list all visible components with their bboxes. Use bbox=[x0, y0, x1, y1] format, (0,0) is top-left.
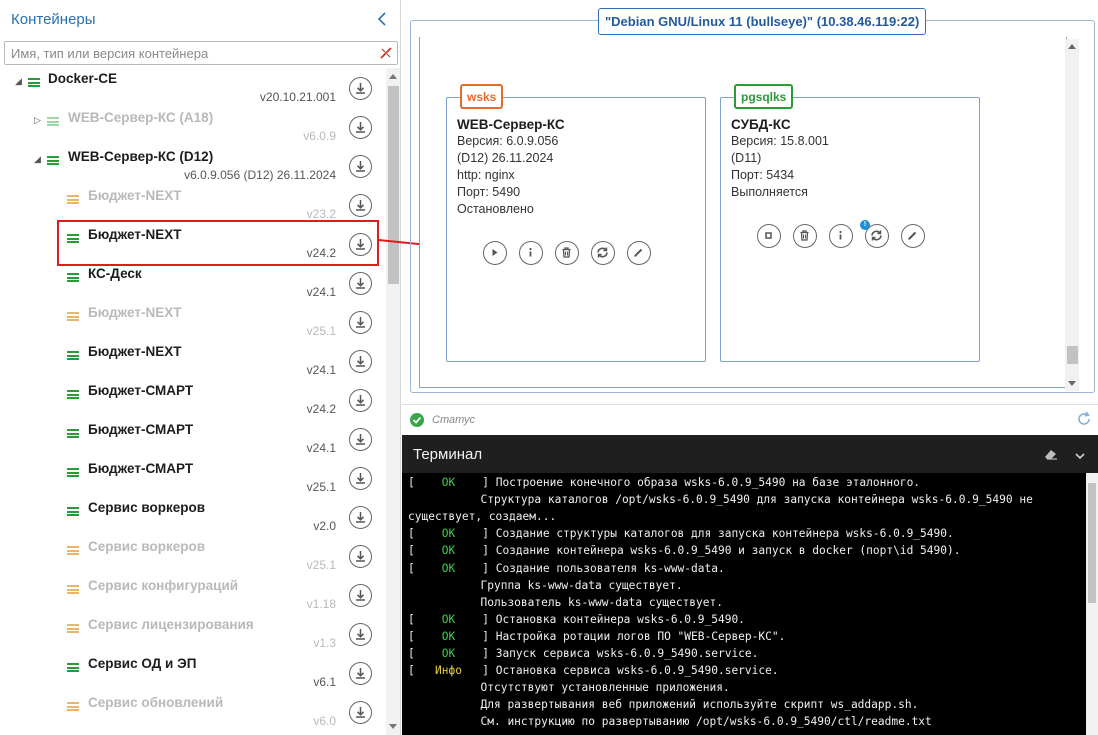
terminal-line: существует, создаем... bbox=[408, 508, 556, 525]
sync-button[interactable]: ! bbox=[860, 220, 889, 248]
status-code: OK bbox=[441, 612, 456, 626]
scrollbar-thumb[interactable] bbox=[1088, 483, 1096, 603]
trash-button[interactable] bbox=[555, 241, 579, 265]
play-button[interactable] bbox=[483, 241, 507, 265]
status-code: OK bbox=[441, 527, 456, 541]
terminal-line-text: существует, создаем... bbox=[408, 510, 557, 524]
status-code: Инфо bbox=[435, 664, 462, 678]
chevron-down-icon[interactable] bbox=[1074, 448, 1086, 460]
canvas-scrollbar[interactable] bbox=[1065, 39, 1079, 391]
status-code: OK bbox=[441, 561, 456, 575]
stop-button[interactable] bbox=[757, 224, 781, 248]
terminal-line-text: Отсутствуют установленные приложения. bbox=[480, 681, 730, 695]
terminal-line: Группа ks-www-data существует. bbox=[408, 577, 683, 594]
terminal-header: Терминал bbox=[402, 435, 1098, 473]
terminal-scrollbar[interactable] bbox=[1086, 473, 1098, 735]
terminal-status: [ OK ] bbox=[408, 527, 496, 541]
app-window: Контейнеры ◢Docker-CEv20.10.21.001▷WEB-С… bbox=[0, 0, 1098, 735]
terminal-line: [ OK ] Остановка контейнера wsks-6.0.9_5… bbox=[408, 611, 745, 628]
terminal-line: [ OK ] Создание пользователя ks-www-data… bbox=[408, 560, 725, 577]
terminal-line-text: Настройка ротации логов ПО "WEB-Сервер-К… bbox=[495, 629, 786, 643]
card-detail-line: (D12) 26.11.2024 bbox=[457, 151, 554, 165]
container-tag: pgsqlks bbox=[734, 84, 794, 109]
status-code: OK bbox=[441, 629, 456, 643]
card-title: WEB-Сервер-КС bbox=[457, 117, 565, 132]
terminal-status bbox=[408, 577, 481, 594]
terminal-output: [ OK ] Построение конечного образа wsks-… bbox=[402, 473, 1086, 735]
container-tag: wsks bbox=[460, 84, 504, 109]
terminal-line: Пользователь ks-www-data существует. bbox=[408, 594, 723, 611]
card-detail-line: Остановлено bbox=[457, 202, 534, 216]
terminal-status: [ OK ] bbox=[408, 544, 496, 558]
terminal-line: [ OK ] Создание структуры каталогов для … bbox=[408, 525, 954, 542]
terminal-status: [ OK ] bbox=[408, 476, 496, 489]
card-detail-line: Выполняется bbox=[731, 185, 808, 199]
terminal-line-text: Запуск сервиса wsks-6.0.9_5490.service. bbox=[495, 647, 759, 660]
refresh-icon[interactable] bbox=[1076, 411, 1092, 427]
terminal-line-text: Структура каталогов /opt/wsks-6.0.9_5490… bbox=[480, 493, 1033, 507]
terminal-line-text: Пользователь ks-www-data существует. bbox=[480, 595, 723, 609]
scroll-up-arrow-icon[interactable] bbox=[1068, 44, 1076, 49]
terminal-line: [ OK ] Запуск сервиса wsks-6.0.9_5490.se… bbox=[408, 645, 758, 662]
terminal-status bbox=[408, 679, 481, 696]
card-detail-line: Версия: 15.8.001 bbox=[731, 134, 829, 148]
card-title: СУБД-КС bbox=[731, 117, 791, 132]
eraser-icon[interactable] bbox=[1043, 447, 1059, 461]
terminal-line-text: См. инструкцию по развертыванию /opt/wsk… bbox=[480, 715, 932, 729]
terminal-status bbox=[408, 696, 481, 713]
terminal-line-text: Создание пользователя ks-www-data. bbox=[495, 561, 725, 575]
info-button[interactable] bbox=[829, 224, 853, 248]
terminal-status: [ OK ] bbox=[408, 629, 496, 643]
status-code: OK bbox=[441, 544, 456, 558]
scroll-down-arrow-icon[interactable] bbox=[1068, 381, 1076, 386]
terminal-line-text: Построение конечного образа wsks-6.0.9_5… bbox=[495, 476, 921, 489]
edit-button[interactable] bbox=[627, 241, 651, 265]
terminal-line: [ OK ] Создание контейнера wsks-6.0.9_54… bbox=[408, 542, 960, 559]
terminal-status: [ OK ] bbox=[408, 612, 496, 626]
host-label: "Debian GNU/Linux 11 (bullseye)" (10.38.… bbox=[598, 8, 927, 35]
terminal-line: См. инструкцию по развертыванию /opt/wsk… bbox=[408, 713, 932, 730]
terminal-status bbox=[408, 713, 481, 730]
terminal-line: [ OK ] Построение конечного образа wsks-… bbox=[408, 474, 920, 491]
notification-badge: ! bbox=[860, 220, 870, 230]
edit-button[interactable] bbox=[901, 224, 925, 248]
terminal-line: Структура каталогов /opt/wsks-6.0.9_5490… bbox=[408, 491, 1033, 508]
terminal-line-text: Группа ks-www-data существует. bbox=[480, 578, 683, 592]
main-panel: wsks WEB-Сервер-КС Версия: 6.0.9.056 (D12) … bbox=[402, 0, 1098, 735]
status-bar: Статус bbox=[402, 404, 1098, 434]
containers-canvas: wsks WEB-Сервер-КС Версия: 6.0.9.056 (D12) … bbox=[419, 37, 1067, 388]
status-code: OK bbox=[441, 647, 456, 660]
status-code: OK bbox=[441, 476, 456, 489]
terminal-title: Терминал bbox=[413, 446, 483, 463]
terminal-status bbox=[408, 491, 481, 508]
container-card-pgsqlks[interactable]: pgsqlks СУБД-КС Версия: 15.8.001 (D11) Порт:… bbox=[720, 84, 980, 362]
terminal-line: Для развертывания веб приложений использ… bbox=[408, 696, 919, 713]
terminal-line: [ Инфо ] Остановка сервиса wsks-6.0.9_54… bbox=[408, 662, 779, 679]
terminal-status: [ Инфо ] bbox=[408, 664, 496, 678]
container-card-wsks[interactable]: wsks WEB-Сервер-КС Версия: 6.0.9.056 (D12) … bbox=[446, 84, 706, 362]
scrollbar-thumb[interactable] bbox=[1067, 346, 1078, 364]
terminal-line-text: Создание структуры каталогов для запуска… bbox=[495, 527, 954, 541]
check-circle-icon bbox=[410, 413, 424, 427]
terminal-line-text: Остановка контейнера wsks-6.0.9_5490. bbox=[495, 612, 745, 626]
terminal-line: [ OK ] Настройка ротации логов ПО "WEB-С… bbox=[408, 628, 785, 645]
terminal-line-text: Для развертывания веб приложений использ… bbox=[480, 698, 919, 712]
terminal-status: [ OK ] bbox=[408, 561, 496, 575]
terminal-line: Отсутствуют установленные приложения. bbox=[408, 679, 730, 696]
card-detail-line: Порт: 5434 bbox=[731, 168, 795, 182]
trash-button[interactable] bbox=[793, 224, 817, 248]
card-detail-line: http: nginx bbox=[457, 168, 515, 182]
status-label: Статус bbox=[432, 414, 476, 426]
terminal-line-text: Остановка сервиса wsks-6.0.9_5490.servic… bbox=[495, 664, 779, 678]
card-detail-line: Версия: 6.0.9.056 bbox=[457, 134, 559, 148]
terminal-status bbox=[408, 594, 481, 611]
card-detail-line: (D11) bbox=[731, 151, 762, 165]
sync-button[interactable] bbox=[591, 241, 615, 265]
terminal-panel: Терминал [ OK ] Построение конечного обр… bbox=[402, 435, 1098, 735]
terminal-status: [ OK ] bbox=[408, 647, 496, 660]
info-button[interactable] bbox=[519, 241, 543, 265]
terminal-line-text: Создание контейнера wsks-6.0.9_5490 и за… bbox=[495, 544, 961, 558]
card-detail-line: Порт: 5490 bbox=[457, 185, 521, 199]
